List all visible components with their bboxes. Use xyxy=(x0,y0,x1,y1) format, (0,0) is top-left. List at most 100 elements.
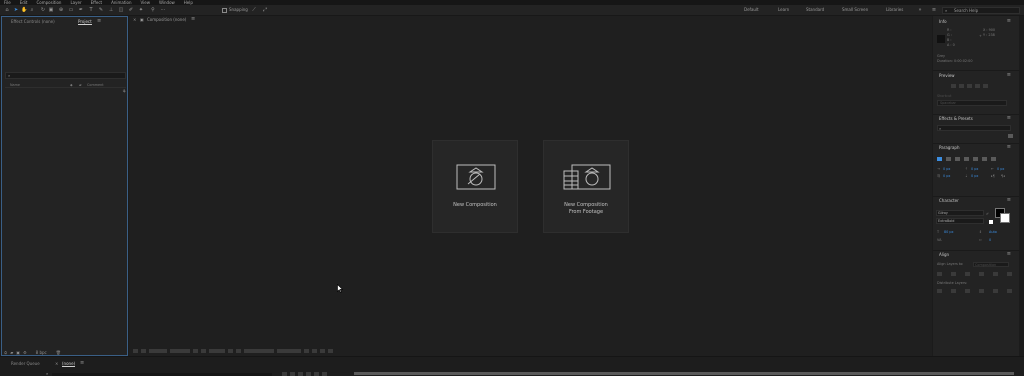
align-panel-menu-icon[interactable]: ≡ xyxy=(1007,252,1011,257)
bpc-label[interactable]: 8 bpc xyxy=(36,350,47,355)
preview-panel-menu-icon[interactable]: ≡ xyxy=(1007,73,1011,78)
workspace-default[interactable]: Default xyxy=(744,7,759,13)
font-family-dropdown[interactable]: Gilroy xyxy=(936,210,984,216)
panel-menu-icon[interactable]: ≡ xyxy=(80,361,84,366)
close-tab-icon[interactable]: × xyxy=(55,361,58,366)
tab-effect-controls[interactable]: Effect Controls (none) xyxy=(11,19,55,24)
character-panel-menu-icon[interactable]: ≡ xyxy=(1007,198,1011,203)
align-top-edges-icon[interactable] xyxy=(979,272,984,276)
align-right-icon[interactable] xyxy=(955,157,960,161)
align-left-edges-icon[interactable] xyxy=(937,272,942,276)
project-settings-icon[interactable]: ⚙ xyxy=(23,350,27,355)
new-composition-icon[interactable]: ▣ xyxy=(16,350,20,355)
next-frame-icon[interactable] xyxy=(975,84,980,88)
panel-menu-icon[interactable]: ≡ xyxy=(97,19,101,24)
comp-mini-flowchart-icon[interactable] xyxy=(282,372,287,376)
justify-center-icon[interactable] xyxy=(973,157,978,161)
snap-options-icon[interactable]: ⟋ xyxy=(251,7,257,13)
show-snapshot-icon[interactable] xyxy=(201,349,206,353)
zoom-tool-icon[interactable]: ⌕ xyxy=(29,7,35,13)
indent-right-value[interactable]: 0 px xyxy=(997,167,1004,171)
font-size-value[interactable]: 80 px xyxy=(944,230,954,234)
rotate-tool-icon[interactable]: ↻ xyxy=(40,7,46,13)
shortcut-dropdown[interactable]: Spacebar xyxy=(937,100,1007,106)
interpret-footage-icon[interactable]: ⛭ xyxy=(4,350,7,355)
tab-timeline-none[interactable]: (none) xyxy=(62,361,76,367)
snapshot-icon[interactable] xyxy=(193,349,198,353)
first-line-indent-value[interactable]: 0 px xyxy=(943,174,950,178)
selection-tool-icon[interactable]: ➤ xyxy=(13,7,19,13)
snap-toggle-icon[interactable]: ⤢ xyxy=(262,7,268,13)
paragraph-panel-menu-icon[interactable]: ≡ xyxy=(1007,145,1011,150)
align-left-icon[interactable] xyxy=(937,157,942,161)
distribute-vertical-centers-icon[interactable] xyxy=(951,289,956,293)
workspace-menu-icon[interactable]: ≡ xyxy=(931,7,937,13)
puppet-tool-icon[interactable]: ✦ xyxy=(138,7,144,13)
new-composition-from-footage-card[interactable]: New Composition From Footage xyxy=(543,140,629,233)
column-name[interactable]: Name xyxy=(10,83,20,87)
flowchart-icon[interactable] xyxy=(320,349,325,353)
indent-left-value[interactable]: 0 px xyxy=(943,167,950,171)
pen-tool-icon[interactable]: ✒ xyxy=(78,7,84,13)
white-swatch[interactable] xyxy=(989,220,993,224)
type-tool-icon[interactable]: T xyxy=(88,7,94,13)
timecode-field[interactable] xyxy=(170,349,190,353)
mask-visibility-icon[interactable] xyxy=(141,349,146,353)
eyedropper-icon[interactable]: ✐ xyxy=(986,212,989,216)
project-search-input[interactable]: ⌕ xyxy=(5,72,126,79)
align-right-edges-icon[interactable] xyxy=(965,272,970,276)
align-center-icon[interactable] xyxy=(946,157,951,161)
frame-blending-icon[interactable] xyxy=(306,372,311,376)
first-frame-icon[interactable] xyxy=(951,84,956,88)
distribute-left-icon[interactable] xyxy=(979,289,984,293)
brush-tool-icon[interactable]: ✎ xyxy=(98,7,104,13)
play-icon[interactable] xyxy=(967,84,972,88)
eraser-tool-icon[interactable]: ◫ xyxy=(118,7,124,13)
tab-render-queue[interactable]: Render Queue xyxy=(11,361,40,366)
timeline-icon[interactable] xyxy=(312,349,317,353)
rectangle-tool-icon[interactable]: ▭ xyxy=(68,7,74,13)
new-folder-icon[interactable]: ▰ xyxy=(10,350,13,355)
hand-tool-icon[interactable]: ✋ xyxy=(21,7,27,13)
distribute-right-icon[interactable] xyxy=(1007,289,1012,293)
snapping-checkbox[interactable] xyxy=(222,8,227,13)
distribute-bottom-icon[interactable] xyxy=(965,289,970,293)
align-bottom-edges-icon[interactable] xyxy=(1007,272,1012,276)
distribute-horizontal-centers-icon[interactable] xyxy=(993,289,998,293)
panel-menu-icon[interactable]: ≡ xyxy=(191,16,195,22)
shy-icon[interactable] xyxy=(298,372,303,376)
previous-frame-icon[interactable] xyxy=(959,84,964,88)
motion-blur-icon[interactable] xyxy=(314,372,319,376)
workspace-libraries[interactable]: Libraries xyxy=(886,7,903,13)
tab-composition[interactable]: Composition (none) xyxy=(147,17,186,22)
pan-behind-tool-icon[interactable]: ⊕ xyxy=(58,7,64,13)
tracking-value[interactable]: 0 xyxy=(989,238,991,242)
align-vertical-centers-icon[interactable] xyxy=(993,272,998,276)
justify-right-icon[interactable] xyxy=(982,157,987,161)
column-comment[interactable]: Comment xyxy=(87,83,104,87)
effects-search-input[interactable]: ⌕ xyxy=(937,125,1011,131)
region-of-interest-icon[interactable] xyxy=(228,349,233,353)
text-direction-ltr-icon[interactable]: ▸¶ xyxy=(991,174,995,178)
workspace-overflow-icon[interactable]: » xyxy=(917,7,923,13)
leading-value[interactable]: Auto xyxy=(989,230,997,234)
fast-previews-icon[interactable] xyxy=(304,349,309,353)
workspace-small-screen[interactable]: Small Screen xyxy=(842,7,868,13)
graph-editor-icon[interactable] xyxy=(322,372,327,376)
roto-brush-tool-icon[interactable]: ✐ xyxy=(128,7,134,13)
space-before-value[interactable]: 0 px xyxy=(971,167,978,171)
space-after-value[interactable]: 0 px xyxy=(971,174,978,178)
justify-all-icon[interactable] xyxy=(991,157,996,161)
search-help-field[interactable]: ⌕ Search Help xyxy=(942,7,1020,14)
view-layout-dropdown[interactable] xyxy=(244,349,274,353)
resolution-dropdown[interactable] xyxy=(209,349,225,353)
workspace-learn[interactable]: Learn xyxy=(778,7,789,13)
reset-exposure-icon[interactable] xyxy=(328,349,333,353)
last-frame-icon[interactable] xyxy=(983,84,988,88)
text-direction-rtl-icon[interactable]: ¶◂ xyxy=(1001,174,1005,178)
flowchart-icon[interactable]: ⚘ xyxy=(122,90,126,95)
align-target-dropdown[interactable]: Composition xyxy=(973,262,1009,267)
always-preview-icon[interactable] xyxy=(133,349,138,353)
workspace-standard[interactable]: Standard xyxy=(806,7,824,13)
effects-panel-menu-icon[interactable]: ≡ xyxy=(1007,116,1011,121)
